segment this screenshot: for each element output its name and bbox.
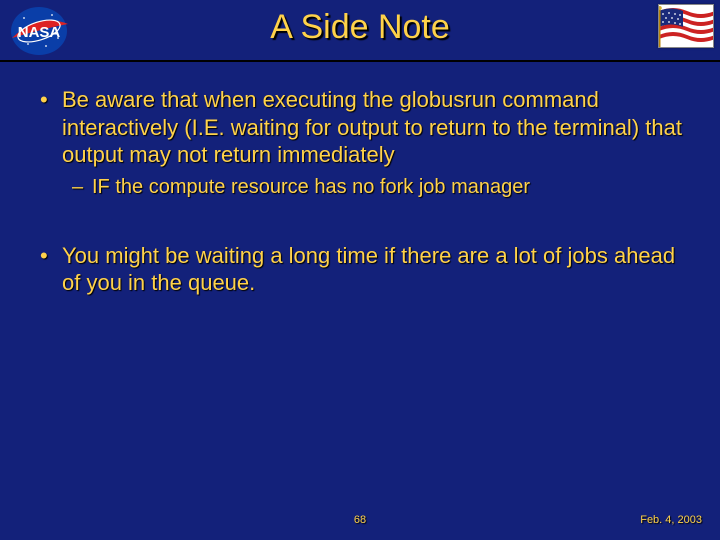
- bullet-item-1: Be aware that when executing the globusr…: [36, 86, 684, 200]
- bullet-item-2: You might be waiting a long time if ther…: [36, 242, 684, 297]
- slide-title: A Side Note: [0, 0, 720, 47]
- slide-header: NASA A Side Note: [0, 0, 720, 62]
- slide: NASA A Side Note: [0, 0, 720, 540]
- sub-bullet-text: IF the compute resource has no fork job …: [92, 176, 530, 198]
- bullet-text: You might be waiting a long time if ther…: [62, 243, 675, 296]
- nasa-logo: NASA: [6, 4, 72, 58]
- bullet-list-2: You might be waiting a long time if ther…: [36, 242, 684, 297]
- spacer: [36, 204, 684, 242]
- svg-text:NASA: NASA: [18, 24, 61, 41]
- sub-bullet-list: IF the compute resource has no fork job …: [70, 175, 684, 200]
- slide-content: Be aware that when executing the globusr…: [0, 62, 720, 297]
- sub-bullet-item-1: IF the compute resource has no fork job …: [70, 175, 684, 200]
- footer-date: Feb. 4, 2003: [640, 514, 702, 526]
- us-flag-icon: [658, 4, 714, 48]
- page-number: 68: [0, 514, 720, 526]
- bullet-list: Be aware that when executing the globusr…: [36, 86, 684, 200]
- bullet-text: Be aware that when executing the globusr…: [62, 87, 682, 167]
